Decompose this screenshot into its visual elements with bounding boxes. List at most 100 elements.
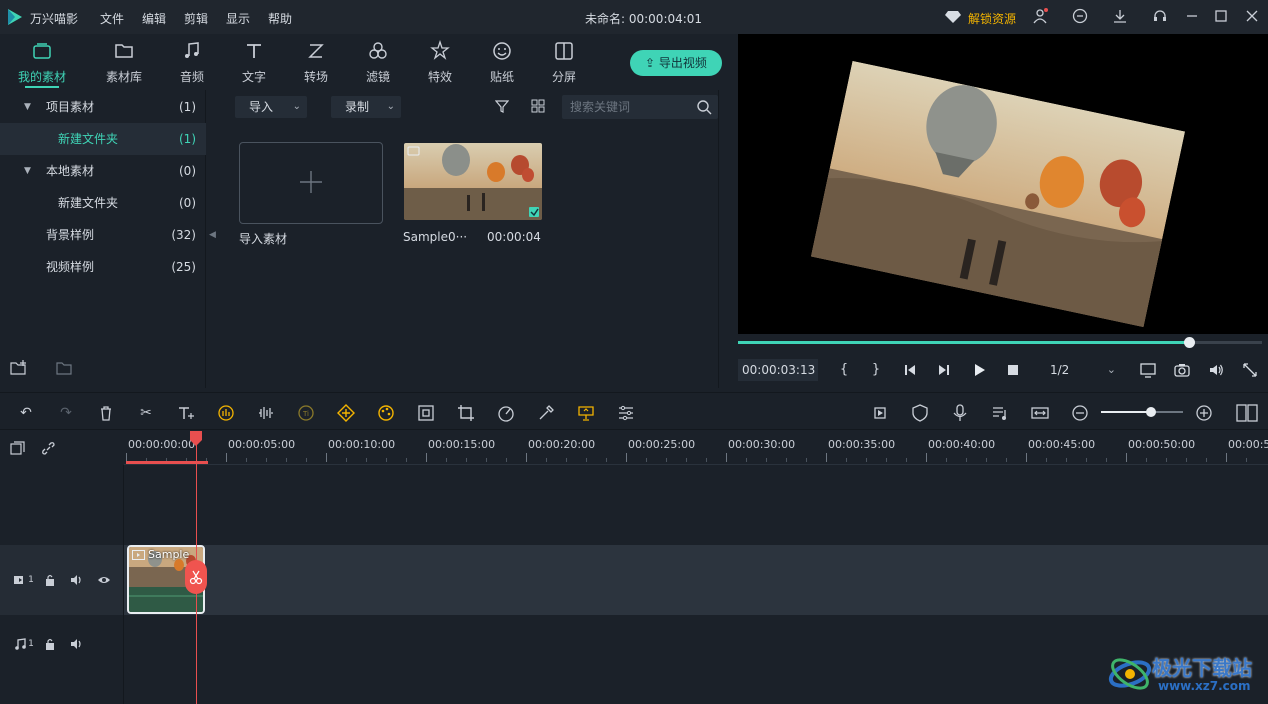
menu-file[interactable]: 文件 <box>100 10 124 27</box>
tab-filter[interactable]: 滤镜 <box>347 34 409 90</box>
tab-transition[interactable]: 转场 <box>285 34 347 90</box>
tab-split-screen[interactable]: 分屏 <box>533 34 595 90</box>
display-icon[interactable] <box>1140 362 1156 378</box>
tab-text[interactable]: 文字 <box>223 34 285 90</box>
keyframe-icon[interactable] <box>337 404 355 422</box>
media-thumbnail[interactable] <box>404 143 542 220</box>
minimize-icon[interactable] <box>1184 8 1200 24</box>
adjust-sliders-icon[interactable] <box>617 404 635 422</box>
playhead-marker-icon[interactable] <box>189 431 203 447</box>
preview-progress-bar[interactable] <box>738 334 1268 354</box>
ruler-minor-tick <box>706 458 707 462</box>
text-edit-icon[interactable] <box>177 404 195 422</box>
previous-frame-icon[interactable] <box>902 362 918 378</box>
account-icon[interactable] <box>1032 8 1048 24</box>
render-preview-icon[interactable] <box>871 404 889 422</box>
maximize-icon[interactable] <box>1213 8 1229 24</box>
ruler-minor-tick <box>246 458 247 462</box>
tab-library[interactable]: 素材库 <box>93 34 155 90</box>
scissors-icon[interactable]: ✂ <box>137 404 155 422</box>
collapse-panel-handle[interactable]: ◀ <box>206 90 219 388</box>
redo-icon[interactable]: ↷ <box>57 404 75 422</box>
menu-help[interactable]: 帮助 <box>268 10 292 27</box>
ruler-label: 00:00:15:00 <box>428 438 496 451</box>
audio-track[interactable] <box>124 615 1268 704</box>
record-dropdown[interactable]: 录制 ⌄ <box>331 96 401 118</box>
export-video-button[interactable]: ⇪ 导出视频 <box>630 50 722 76</box>
zoom-in-icon[interactable] <box>1195 404 1213 422</box>
search-input[interactable]: 搜索关键词 <box>562 95 718 119</box>
shield-icon[interactable] <box>911 404 929 422</box>
clip-duration: 00:00:04 <box>487 230 541 244</box>
media-scrollbar[interactable] <box>718 90 738 388</box>
folder-icon[interactable] <box>56 360 74 376</box>
link-icon[interactable] <box>41 441 56 456</box>
headset-icon[interactable] <box>1152 8 1168 24</box>
speed-gauge-icon[interactable] <box>497 404 515 422</box>
fit-frame-icon[interactable] <box>417 404 435 422</box>
unlock-resources-link[interactable]: 解锁资源 <box>968 10 1016 27</box>
zoom-out-icon[interactable] <box>1071 404 1089 422</box>
split-at-playhead-button[interactable] <box>185 560 207 594</box>
import-media-box[interactable] <box>239 142 383 224</box>
new-folder-icon[interactable] <box>10 360 28 376</box>
tab-sticker[interactable]: 贴纸 <box>471 34 533 90</box>
tab-effects[interactable]: 特效 <box>409 34 471 90</box>
video-track[interactable] <box>124 545 1268 615</box>
eye-icon[interactable] <box>97 573 111 587</box>
zoom-slider-knob[interactable] <box>1146 407 1156 417</box>
audio-split-icon[interactable] <box>257 404 275 422</box>
tree-item-label: 新建文件夹 <box>58 132 119 146</box>
color-picker-icon[interactable] <box>537 404 555 422</box>
ai-portrait-icon[interactable] <box>577 404 595 422</box>
timeline-ruler[interactable]: 00:00:00:00 00:00:05:00 00:00:10:00 00:00:1… <box>124 431 1268 465</box>
tree-item-new-folder[interactable]: 新建文件夹 (1) <box>0 123 206 155</box>
tree-item-new-folder-2[interactable]: 新建文件夹 (0) <box>0 187 206 219</box>
tab-audio[interactable]: 音频 <box>161 34 223 90</box>
grid-view-icon[interactable] <box>531 99 545 113</box>
fit-timeline-icon[interactable] <box>1031 404 1049 422</box>
next-frame-icon[interactable] <box>936 362 952 378</box>
delete-icon[interactable] <box>97 404 115 422</box>
track-volume-icon[interactable] <box>70 637 84 651</box>
tree-item-project-media[interactable]: ▼ 项目素材 (1) <box>0 91 206 123</box>
menu-clip[interactable]: 剪辑 <box>184 10 208 27</box>
add-track-icon[interactable] <box>10 441 25 456</box>
progress-knob[interactable] <box>1183 337 1195 348</box>
menu-view[interactable]: 显示 <box>226 10 250 27</box>
filter-funnel-icon[interactable] <box>495 99 509 113</box>
menu-edit[interactable]: 编辑 <box>142 10 166 27</box>
tree-item-local-media[interactable]: ▼ 本地素材 (0) <box>0 155 206 187</box>
speed-ramp-icon[interactable] <box>217 404 235 422</box>
color-palette-icon[interactable] <box>377 404 395 422</box>
mark-out-icon[interactable]: } <box>868 362 884 378</box>
lock-icon[interactable] <box>43 637 57 651</box>
audio-mixer-icon[interactable] <box>991 404 1009 422</box>
crop-icon[interactable] <box>457 404 475 422</box>
stop-icon[interactable] <box>1005 362 1021 378</box>
mark-in-icon[interactable]: { <box>836 362 852 378</box>
lock-icon[interactable] <box>43 573 57 587</box>
download-icon[interactable] <box>1112 8 1128 24</box>
snapshot-camera-icon[interactable] <box>1174 362 1190 378</box>
tree-item-video-samples[interactable]: 视频样例 (25) <box>0 251 206 283</box>
volume-icon[interactable] <box>1208 362 1224 378</box>
play-icon[interactable] <box>971 362 987 378</box>
track-volume-icon[interactable] <box>70 573 84 587</box>
expand-arrow-icon[interactable]: ▼ <box>24 155 31 187</box>
fullscreen-icon[interactable] <box>1242 362 1258 378</box>
tab-label: 素材库 <box>105 70 142 84</box>
green-screen-icon[interactable]: Ti <box>297 404 315 422</box>
chevron-down-icon: ⌄ <box>292 101 301 112</box>
expand-arrow-icon[interactable]: ▼ <box>24 91 31 123</box>
search-icon[interactable] <box>696 99 712 115</box>
tab-my-media[interactable]: 我的素材 <box>11 34 73 90</box>
microphone-icon[interactable] <box>951 404 969 422</box>
import-dropdown[interactable]: 导入 ⌄ <box>235 96 307 118</box>
layout-panels-icon[interactable] <box>1236 404 1258 422</box>
close-icon[interactable] <box>1244 8 1260 24</box>
preview-quality-select[interactable]: 1/2 ⌄ <box>1040 358 1124 382</box>
undo-icon[interactable]: ↶ <box>17 404 35 422</box>
tree-item-background-samples[interactable]: 背景样例 (32) <box>0 219 206 251</box>
message-icon[interactable] <box>1072 8 1088 24</box>
